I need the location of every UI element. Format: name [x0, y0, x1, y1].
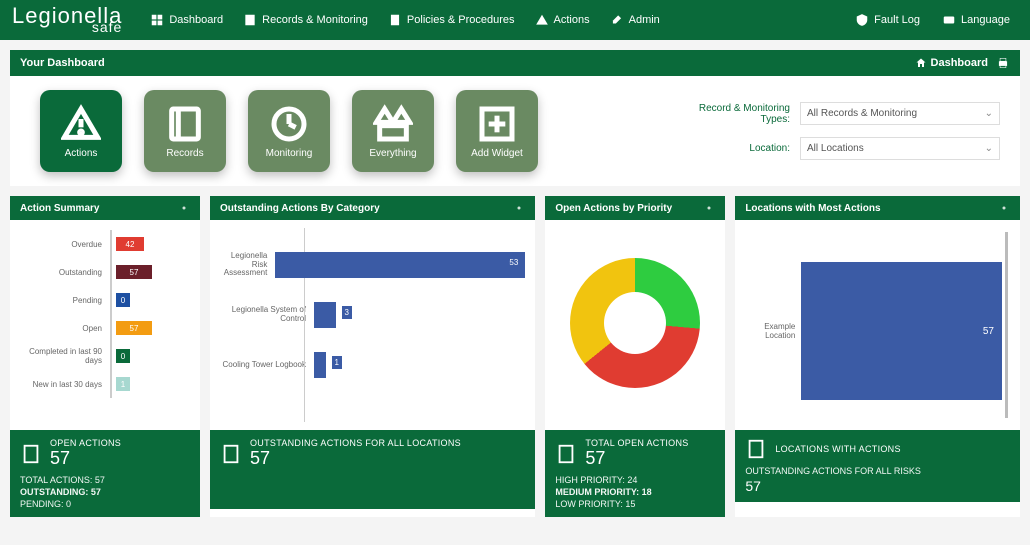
- nav-language[interactable]: Language: [934, 9, 1018, 31]
- summary-row: Outstanding57: [14, 258, 196, 286]
- widget-action-summary: Action Summary Overdue42Outstanding57Pen…: [10, 196, 200, 517]
- filter-location-label: Location:: [670, 143, 790, 154]
- stat-locations: LOCATIONS WITH ACTIONS OUTSTANDING ACTIO…: [735, 430, 1020, 502]
- building-icon: [220, 443, 242, 465]
- chart-category: Legionella Risk Assessment53Legionella S…: [210, 220, 535, 430]
- chevron-down-icon: ⌄: [985, 108, 993, 119]
- widget-title: Locations with Most Actions: [745, 203, 880, 214]
- axis-line: [1005, 232, 1008, 418]
- category-row: Legionella Risk Assessment53: [220, 240, 525, 290]
- nav-dashboard[interactable]: Dashboard: [142, 9, 231, 31]
- chart-action-summary: Overdue42Outstanding57Pending0Open57Comp…: [10, 220, 200, 430]
- stat-priority: TOTAL OPEN ACTIONS57 HIGH PRIORITY: 24 M…: [545, 430, 725, 517]
- page-title: Your Dashboard: [20, 57, 105, 69]
- nav-primary: Dashboard Records & Monitoring Policies …: [142, 9, 667, 31]
- dashboard-header: Your Dashboard Dashboard: [10, 50, 1020, 76]
- clock-icon: [269, 104, 309, 144]
- tile-monitoring[interactable]: Monitoring: [248, 90, 330, 172]
- building-icon: [555, 443, 577, 465]
- filter-type-label: Record & Monitoring Types:: [670, 103, 790, 125]
- tile-records[interactable]: Records: [144, 90, 226, 172]
- print-icon[interactable]: [996, 56, 1010, 70]
- summary-row: New in last 30 days1: [14, 370, 196, 398]
- filter-type-select[interactable]: All Records & Monitoring⌄: [800, 102, 1000, 125]
- widget-title: Open Actions by Priority: [555, 203, 672, 214]
- widget-title: Outstanding Actions By Category: [220, 203, 380, 214]
- stat-outstanding: OUTSTANDING ACTIONS FOR ALL LOCATIONS57: [210, 430, 535, 509]
- stat-open-actions: OPEN ACTIONS57 TOTAL ACTIONS: 57 OUTSTAN…: [10, 430, 200, 517]
- bar-label: Example Location: [745, 322, 801, 340]
- widget-category: Outstanding Actions By Category Legionel…: [210, 196, 535, 517]
- tile-everything[interactable]: Everything: [352, 90, 434, 172]
- gear-icon[interactable]: [513, 202, 525, 214]
- building-icon: [745, 438, 767, 460]
- nav-policies[interactable]: Policies & Procedures: [380, 9, 523, 31]
- multi-triangle-icon: [373, 104, 413, 144]
- nav-admin[interactable]: Admin: [602, 9, 668, 31]
- summary-row: Overdue42: [14, 230, 196, 258]
- tile-actions[interactable]: Actions: [40, 90, 122, 172]
- category-row: Cooling Tower Logbook1: [220, 340, 525, 390]
- dashboard-filters: Record & Monitoring Types: All Records &…: [670, 102, 1010, 160]
- chart-locations: Example Location 57: [735, 220, 1020, 430]
- widget-priority: Open Actions by Priority TOTAL OPEN ACTI…: [545, 196, 725, 517]
- widget-locations: Locations with Most Actions Example Loca…: [735, 196, 1020, 517]
- summary-row: Open57: [14, 314, 196, 342]
- triangle-alert-icon: [61, 104, 101, 144]
- summary-row: Pending0: [14, 286, 196, 314]
- gear-icon[interactable]: [178, 202, 190, 214]
- donut-chart: [570, 258, 700, 388]
- dashboard-body: Actions Records Monitoring Everything Ad…: [10, 76, 1020, 186]
- tile-row: Actions Records Monitoring Everything Ad…: [20, 90, 538, 172]
- chart-priority: [545, 220, 725, 430]
- category-row: Legionella System of Control3: [220, 290, 525, 340]
- tile-add-widget[interactable]: Add Widget: [456, 90, 538, 172]
- nav-records[interactable]: Records & Monitoring: [235, 9, 376, 31]
- breadcrumb-home-icon[interactable]: Dashboard: [915, 57, 988, 69]
- bar-example-location: 57: [801, 262, 1002, 400]
- gear-icon[interactable]: [703, 202, 715, 214]
- chevron-down-icon: ⌄: [985, 143, 993, 154]
- summary-row: Completed in last 90 days0: [14, 342, 196, 370]
- widget-title: Action Summary: [20, 203, 99, 214]
- building-icon: [20, 443, 42, 465]
- book-icon: [165, 104, 205, 144]
- gear-icon[interactable]: [998, 202, 1010, 214]
- widgets-row: Action Summary Overdue42Outstanding57Pen…: [10, 196, 1020, 517]
- nav-fault-log[interactable]: Fault Log: [847, 9, 928, 31]
- brand-logo: Legionella safe: [12, 7, 142, 34]
- filter-location-select[interactable]: All Locations⌄: [800, 137, 1000, 160]
- top-nav: Legionella safe Dashboard Records & Moni…: [0, 0, 1030, 40]
- nav-actions[interactable]: Actions: [527, 9, 598, 31]
- plus-icon: [477, 104, 517, 144]
- nav-right: Fault Log Language: [847, 9, 1018, 31]
